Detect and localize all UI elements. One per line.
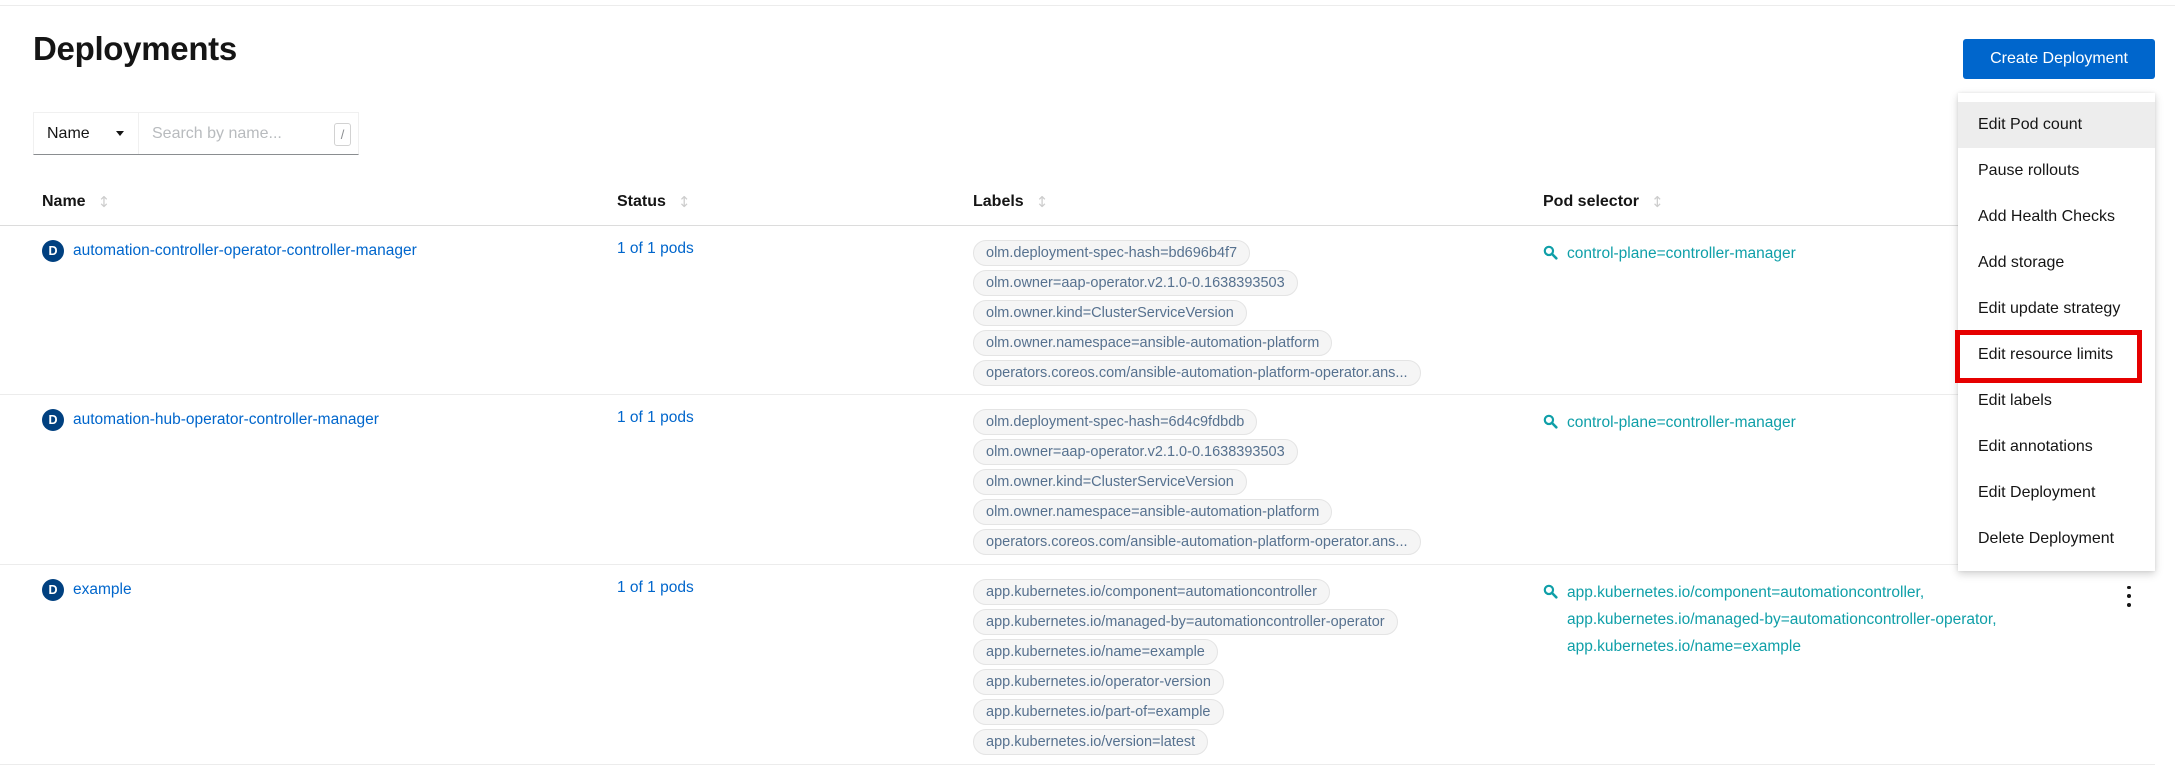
label-chip[interactable]: app.kubernetes.io/operator-version [973,669,1224,695]
menu-item-add-health-checks[interactable]: Add Health Checks [1958,194,2155,240]
label-chip[interactable]: app.kubernetes.io/managed-by=automationc… [973,609,1398,635]
column-header-pod-selector[interactable]: Pod selector ↕ [1543,193,1664,211]
label-chip[interactable]: app.kubernetes.io/component=automationco… [973,579,1330,605]
label-chip[interactable]: app.kubernetes.io/name=example [973,639,1218,665]
column-header-label: Labels [973,193,1024,211]
pod-selector-link[interactable]: control-plane=controller-manager [1567,409,1796,436]
sort-arrows-icon: ↕ [1036,193,1049,211]
create-deployment-button[interactable]: Create Deployment [1963,39,2155,79]
deployment-resource-icon: D [42,240,64,262]
table-row: Dautomation-hub-operator-controller-mana… [0,395,2155,565]
filter-toolbar: Name / [33,112,359,155]
deployments-page: Deployments Create Deployment Name / Nam… [0,0,2175,765]
label-chip[interactable]: operators.coreos.com/ansible-automation-… [973,360,1421,386]
label-chip[interactable]: olm.owner.kind=ClusterServiceVersion [973,300,1247,326]
status-cell: 1 of 1 pods [617,409,694,427]
label-chip[interactable]: app.kubernetes.io/version=latest [973,729,1208,755]
actions-dropdown-menu: Edit Pod countPause rolloutsAdd Health C… [1958,93,2155,571]
label-chip[interactable]: olm.deployment-spec-hash=6d4c9fdbdb [973,409,1257,435]
deployment-name-link[interactable]: automation-hub-operator-controller-manag… [73,411,379,429]
deployment-name-cell: Dexample [42,579,132,601]
sort-arrows-icon: ↕ [678,193,691,211]
filter-type-label: Name [47,125,90,143]
search-field: / [139,113,358,154]
pod-selector-line[interactable]: control-plane=controller-manager [1567,409,1796,436]
page-title: Deployments [33,30,237,68]
label-chip[interactable]: operators.coreos.com/ansible-automation-… [973,529,1421,555]
label-chip[interactable]: olm.owner.namespace=ansible-automation-p… [973,330,1332,356]
labels-cell: olm.deployment-spec-hash=bd696b4f7 olm.ow… [973,240,1421,390]
pod-selector-line[interactable]: app.kubernetes.io/name=example [1567,633,1997,660]
label-chip[interactable]: app.kubernetes.io/part-of=example [973,699,1224,725]
deployment-name-cell: Dautomation-hub-operator-controller-mana… [42,409,379,431]
pod-selector-cell: control-plane=controller-manager [1543,240,1796,267]
menu-item-edit-update-strategy[interactable]: Edit update strategy [1958,286,2155,332]
search-icon [1543,584,1558,604]
search-icon [1543,414,1558,434]
table-row: Dautomation-controller-operator-controll… [0,226,2155,395]
table-row: Dexample 1 of 1 pods app.kubernetes.io/com… [0,565,2155,765]
sort-arrows-icon: ↕ [1651,193,1664,211]
top-divider [0,5,2175,6]
column-header-labels[interactable]: Labels ↕ [973,193,1048,211]
labels-cell: olm.deployment-spec-hash=6d4c9fdbdb olm.o… [973,409,1421,559]
pod-selector-line[interactable]: app.kubernetes.io/component=automationco… [1567,579,1997,606]
kebab-menu-button[interactable] [2121,583,2137,609]
status-cell: 1 of 1 pods [617,579,694,597]
slash-shortcut-badge: / [334,123,351,146]
column-header-label: Status [617,193,666,211]
search-input[interactable] [139,113,358,154]
menu-item-edit-annotations[interactable]: Edit annotations [1958,424,2155,470]
deployment-resource-icon: D [42,579,64,601]
pod-selector-cell: control-plane=controller-manager [1543,409,1796,436]
deployment-resource-icon: D [42,409,64,431]
pod-selector-line[interactable]: app.kubernetes.io/managed-by=automationc… [1567,606,1997,633]
menu-item-edit-labels[interactable]: Edit labels [1958,378,2155,424]
pod-selector-cell: app.kubernetes.io/component=automationco… [1543,579,1997,660]
sort-arrows-icon: ↕ [98,193,111,211]
labels-cell: app.kubernetes.io/component=automationco… [973,579,1398,759]
search-icon [1543,245,1558,265]
column-header-status[interactable]: Status ↕ [617,193,690,211]
pods-status-link[interactable]: 1 of 1 pods [617,579,694,596]
menu-item-delete-deployment[interactable]: Delete Deployment [1958,516,2155,562]
menu-item-add-storage[interactable]: Add storage [1958,240,2155,286]
column-header-name[interactable]: Name ↕ [42,193,110,211]
status-cell: 1 of 1 pods [617,240,694,258]
deployment-name-link[interactable]: automation-controller-operator-controlle… [73,242,417,260]
deployment-name-cell: Dautomation-controller-operator-controll… [42,240,417,262]
label-chip[interactable]: olm.owner.namespace=ansible-automation-p… [973,499,1332,525]
label-chip[interactable]: olm.owner=aap-operator.v2.1.0-0.16383935… [973,439,1298,465]
table-header: Name ↕ Status ↕ Labels ↕ Pod selector ↕ [0,180,2155,226]
menu-item-edit-resource-limits[interactable]: Edit resource limits [1958,332,2155,378]
pod-selector-link[interactable]: app.kubernetes.io/component=automationco… [1567,579,1997,660]
deployment-name-link[interactable]: example [73,581,132,599]
pods-status-link[interactable]: 1 of 1 pods [617,240,694,257]
label-chip[interactable]: olm.owner=aap-operator.v2.1.0-0.16383935… [973,270,1298,296]
menu-item-pause-rollouts[interactable]: Pause rollouts [1958,148,2155,194]
column-header-label: Name [42,193,86,211]
label-chip[interactable]: olm.owner.kind=ClusterServiceVersion [973,469,1247,495]
pods-status-link[interactable]: 1 of 1 pods [617,409,694,426]
pod-selector-line[interactable]: control-plane=controller-manager [1567,240,1796,267]
column-header-label: Pod selector [1543,193,1639,211]
pod-selector-link[interactable]: control-plane=controller-manager [1567,240,1796,267]
filter-type-dropdown[interactable]: Name [34,113,139,154]
menu-item-edit-pod-count[interactable]: Edit Pod count [1958,102,2155,148]
chevron-down-icon [116,131,124,140]
menu-item-edit-deployment[interactable]: Edit Deployment [1958,470,2155,516]
label-chip[interactable]: olm.deployment-spec-hash=bd696b4f7 [973,240,1250,266]
